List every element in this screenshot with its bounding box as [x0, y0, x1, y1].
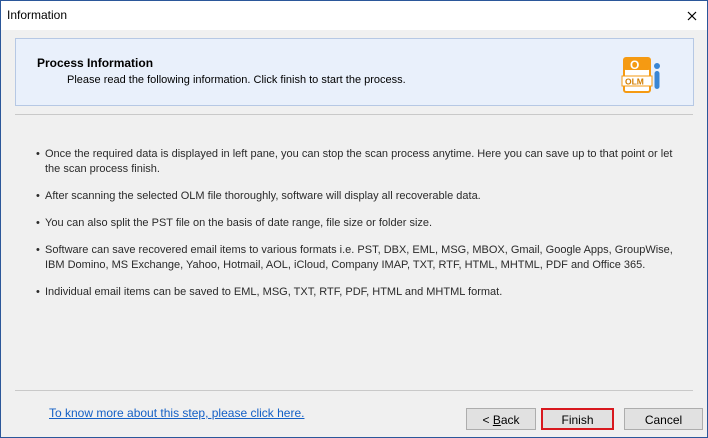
info-list: • Once the required data is displayed in …: [36, 147, 687, 312]
list-item: • Once the required data is displayed in …: [36, 148, 673, 175]
cancel-button[interactable]: Cancel: [624, 408, 703, 430]
information-dialog: Information Process Information Please r…: [0, 0, 708, 438]
list-item: • You can also split the PST file on the …: [36, 217, 433, 229]
list-item: • After scanning the selected OLM file th…: [36, 190, 481, 202]
svg-text:OLM: OLM: [625, 77, 644, 87]
finish-button[interactable]: Finish: [541, 408, 614, 430]
title-bar: Information: [1, 1, 707, 30]
list-item: • Software can save recovered email items…: [36, 244, 673, 271]
close-button[interactable]: [677, 1, 707, 30]
header-subtitle: Please read the following information. C…: [67, 74, 406, 86]
olm-file-icon: O OLM: [621, 57, 660, 93]
back-button[interactable]: < Back: [466, 408, 536, 430]
close-icon: [687, 11, 697, 20]
list-item: • Individual email items can be saved to …: [36, 286, 503, 298]
process-info-header: Process Information Please read the foll…: [15, 38, 694, 106]
svg-text:O: O: [630, 58, 639, 72]
window-title: Information: [7, 8, 68, 22]
help-link[interactable]: To know more about this step, please cli…: [49, 406, 304, 420]
bottom-separator: [15, 390, 693, 391]
top-separator: [15, 114, 693, 115]
header-title: Process Information: [37, 56, 154, 70]
